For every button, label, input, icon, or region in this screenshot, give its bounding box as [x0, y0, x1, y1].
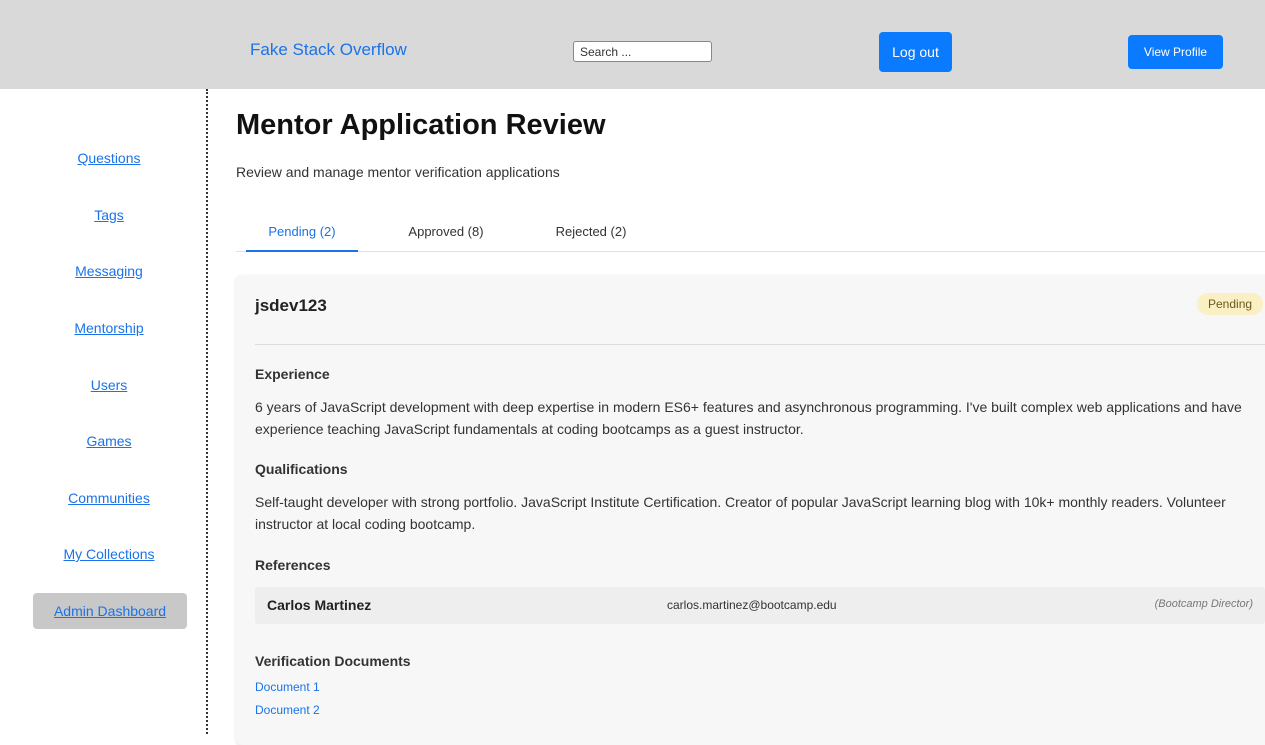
sidebar-item-communities[interactable]: Communities — [0, 490, 218, 506]
reference-role: (Bootcamp Director) — [1154, 598, 1253, 610]
status-badge: Pending — [1197, 293, 1264, 315]
experience-text: 6 years of JavaScript development with d… — [255, 399, 1242, 437]
top-header: Fake Stack Overflow Log out View Profile — [0, 0, 1265, 89]
tab-pending[interactable]: Pending (2) — [246, 214, 358, 252]
page-title: Mentor Application Review — [236, 109, 606, 141]
tab-rejected[interactable]: Rejected (2) — [536, 214, 646, 252]
document-link-1[interactable]: Document 1 — [255, 680, 320, 694]
logout-button[interactable]: Log out — [879, 32, 952, 72]
sidebar-item-mentorship[interactable]: Mentorship — [0, 320, 218, 336]
sidebar-item-my-collections[interactable]: My Collections — [0, 546, 218, 562]
sidebar-item-users[interactable]: Users — [0, 377, 218, 393]
qualifications-heading: Qualifications — [255, 461, 348, 477]
references-heading: References — [255, 557, 331, 573]
application-card: jsdev123 Pending Experience 6 years of J… — [236, 275, 1265, 745]
status-tabs: Pending (2) Approved (8) Rejected (2) — [236, 214, 1265, 252]
sidebar-item-questions[interactable]: Questions — [0, 150, 218, 166]
sidebar-item-tags[interactable]: Tags — [0, 207, 218, 223]
experience-heading: Experience — [255, 366, 330, 382]
search-input[interactable] — [573, 41, 712, 62]
tab-approved[interactable]: Approved (8) — [386, 214, 506, 252]
document-link-2[interactable]: Document 2 — [255, 703, 320, 717]
reference-name: Carlos Martinez — [267, 597, 372, 613]
brand-link[interactable]: Fake Stack Overflow — [250, 40, 407, 60]
applicant-username: jsdev123 — [255, 296, 327, 315]
sidebar-item-admin-dashboard[interactable]: Admin Dashboard — [33, 593, 187, 629]
reference-row: Carlos Martinez carlos.martinez@bootcamp… — [255, 587, 1265, 624]
reference-email: carlos.martinez@bootcamp.edu — [667, 598, 837, 612]
page-subtitle: Review and manage mentor verification ap… — [236, 164, 560, 180]
sidebar-item-messaging[interactable]: Messaging — [0, 263, 218, 279]
card-divider — [255, 344, 1265, 345]
sidebar: Questions Tags Messaging Mentorship User… — [0, 89, 208, 734]
view-profile-button[interactable]: View Profile — [1128, 35, 1223, 69]
documents-heading: Verification Documents — [255, 653, 411, 669]
sidebar-item-games[interactable]: Games — [0, 433, 218, 449]
qualifications-text: Self-taught developer with strong portfo… — [255, 494, 1226, 532]
